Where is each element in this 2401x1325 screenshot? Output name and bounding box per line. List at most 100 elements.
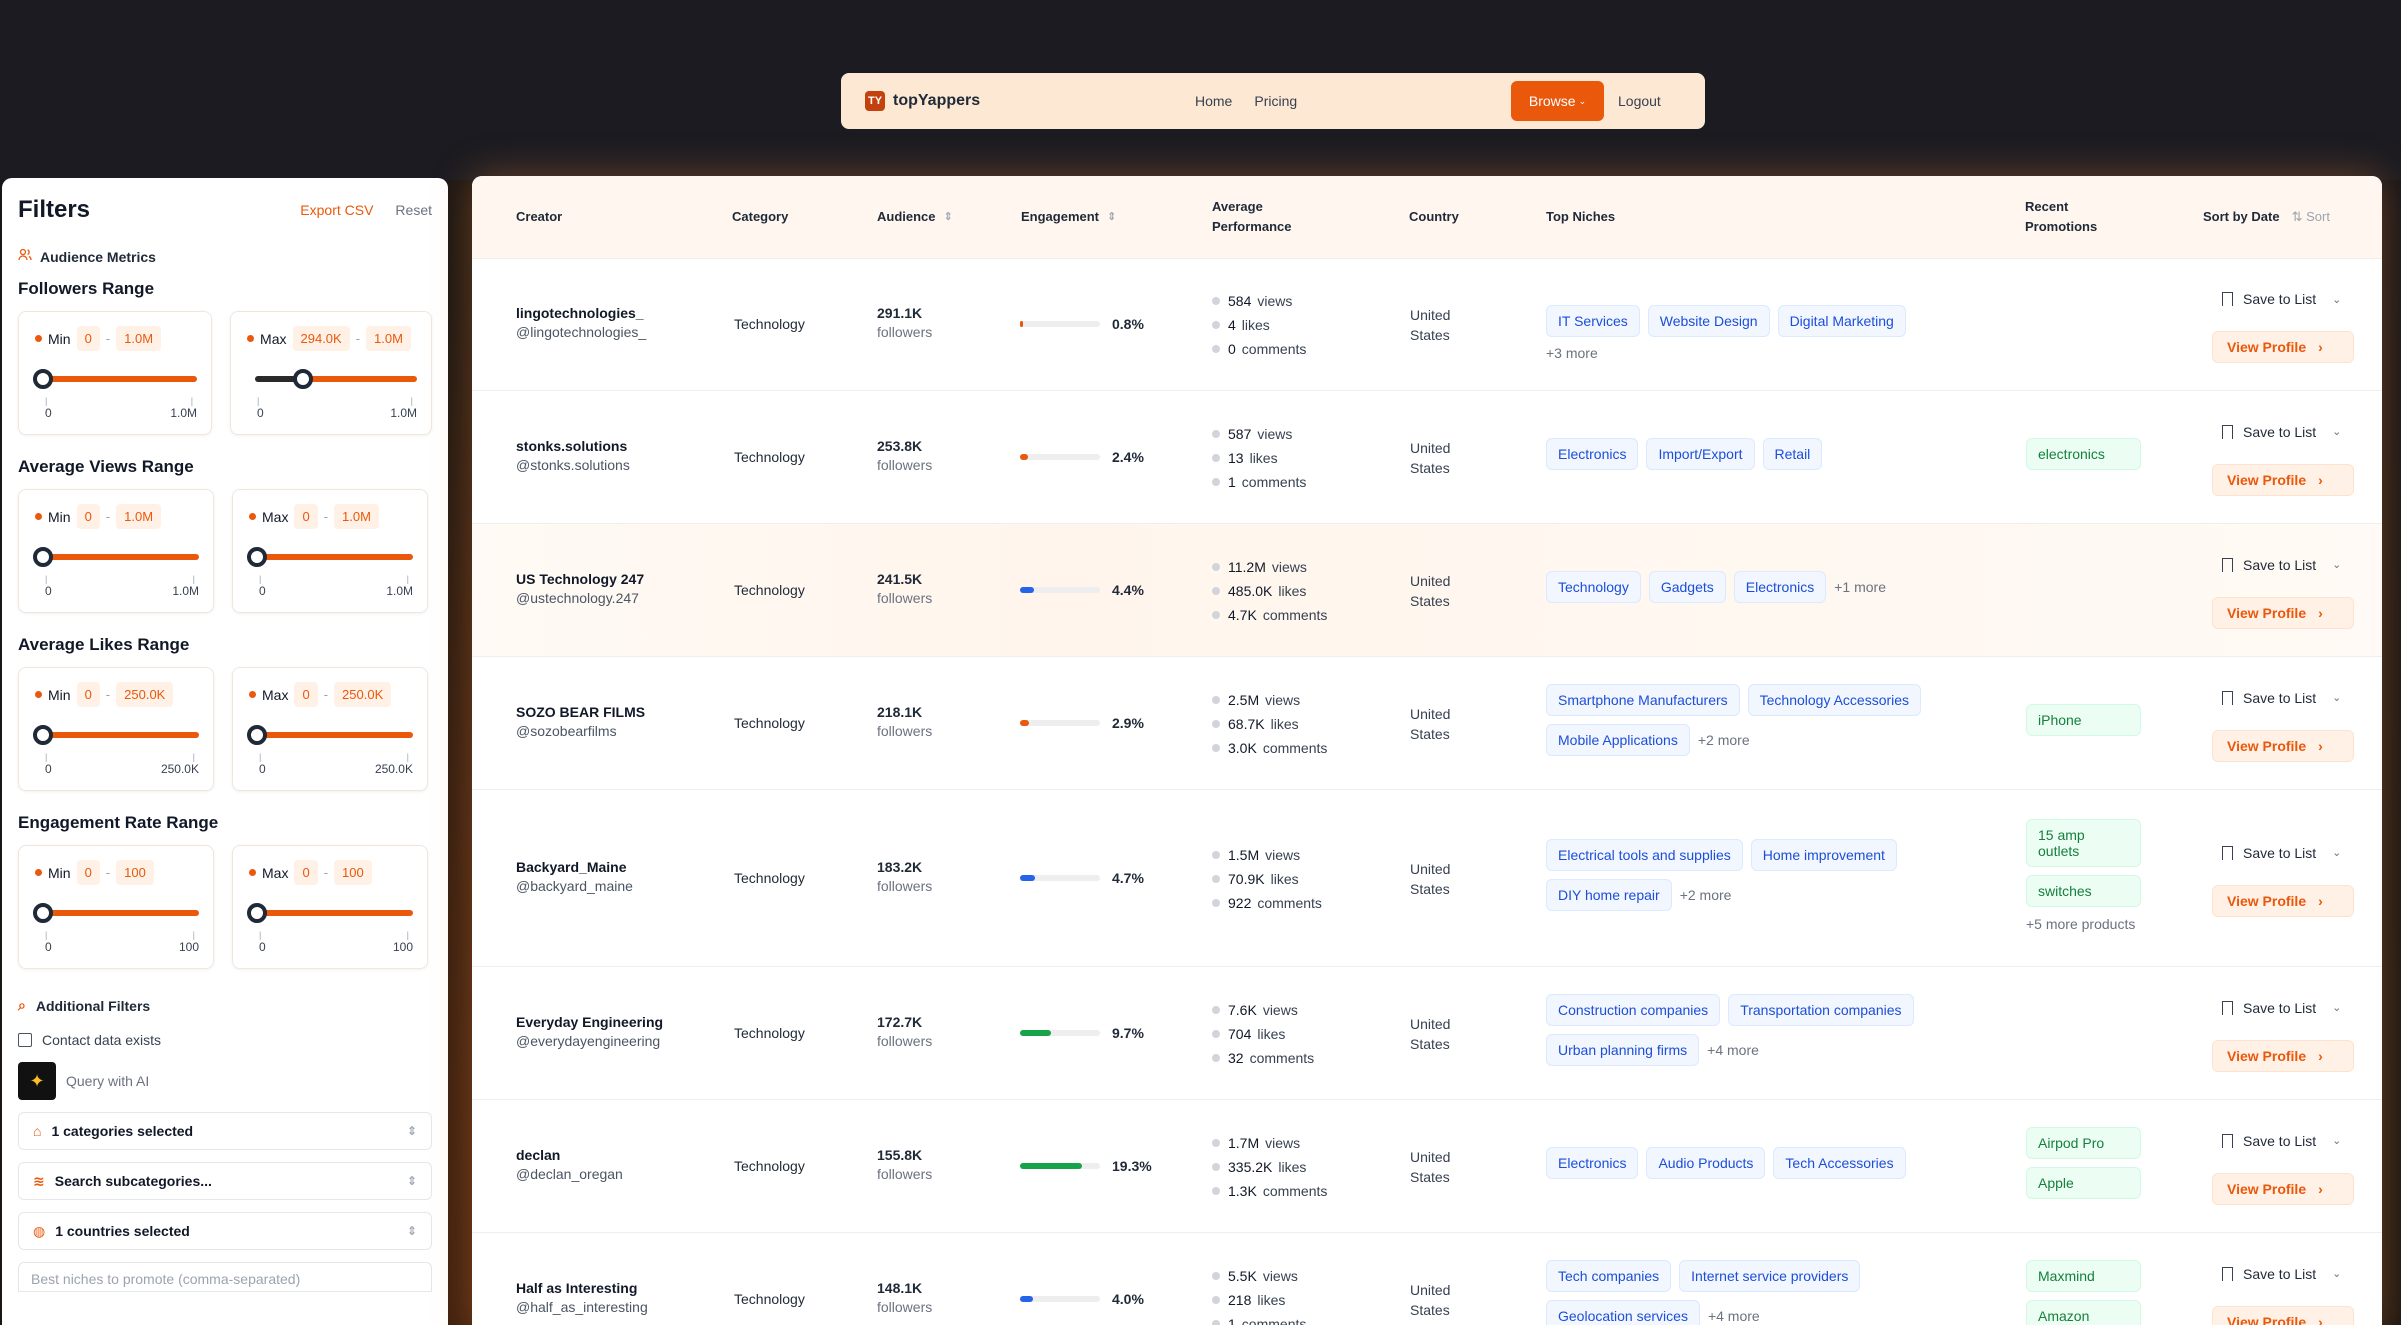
range-min-low-input[interactable]: 0 [76,326,100,351]
niche-more-link[interactable]: +3 more [1546,345,1598,361]
table-row[interactable]: US Technology 247 @ustechnology.247 Tech… [472,523,2382,656]
logo-icon[interactable]: TY [865,91,885,111]
niche-tag[interactable]: Construction companies [1546,993,1721,1026]
creator-name[interactable]: lingotechnologies_ [516,305,646,321]
creator-cell[interactable]: SOZO BEAR FILMS @sozobearfilms [516,704,645,739]
table-row[interactable]: SOZO BEAR FILMS @sozobearfilms Technolog… [472,656,2382,789]
save-to-list-button[interactable]: Save to List ⌄ [2212,1131,2352,1151]
range-max-low-input[interactable]: 0 [294,860,318,885]
creator-name[interactable]: US Technology 247 [516,571,644,587]
promotion-tag[interactable]: switches [2026,874,2141,907]
categories-select[interactable]: ⌂ 1 categories selected ⇕ [18,1112,432,1150]
range-max-low-input[interactable]: 0 [294,682,318,707]
contact-data-filter[interactable]: Contact data exists [18,1032,432,1048]
niche-tag[interactable]: Home improvement [1750,838,1897,871]
range-slider-thumb[interactable] [247,903,267,923]
creator-name[interactable]: SOZO BEAR FILMS [516,704,645,720]
range-slider-thumb[interactable] [33,725,53,745]
view-profile-button[interactable]: View Profile › [2212,729,2354,762]
range-min-high-input[interactable]: 100 [116,860,154,885]
save-to-list-button[interactable]: Save to List ⌄ [2212,289,2352,309]
creator-cell[interactable]: declan @declan_oregan [516,1147,623,1182]
creator-name[interactable]: Half as Interesting [516,1280,648,1296]
contact-data-checkbox[interactable] [18,1033,32,1047]
range-slider-track[interactable] [247,725,413,745]
creator-name[interactable]: Everyday Engineering [516,1014,663,1030]
view-profile-button[interactable]: View Profile › [2212,331,2354,363]
range-min-high-input[interactable]: 1.0M [116,326,162,351]
niche-tag[interactable]: Technology [1546,570,1641,603]
sort-by-date-control[interactable]: Sort by Date ⇅ Sort [2203,176,2330,258]
range-slider-track[interactable] [247,547,413,567]
range-slider-thumb[interactable] [247,547,267,567]
promotion-tag[interactable]: iPhone [2026,703,2141,736]
range-slider-track[interactable] [255,369,417,389]
range-slider-thumb[interactable] [33,369,53,389]
range-slider-track[interactable] [33,547,199,567]
niche-tag[interactable]: Gadgets [1648,570,1726,603]
niche-more-link[interactable]: +2 more [1680,887,1732,903]
range-max-high-input[interactable]: 1.0M [366,326,411,351]
promotion-tag[interactable]: Amazon [2026,1299,2141,1325]
niche-tag[interactable]: Electronics [1546,1146,1639,1179]
creator-cell[interactable]: stonks.solutions @stonks.solutions [516,438,630,473]
range-min-low-input[interactable]: 0 [76,682,100,707]
niche-tag[interactable]: Retail [1762,437,1823,470]
niche-tag[interactable]: Smartphone Manufacturers [1546,683,1740,716]
niche-tag[interactable]: Import/Export [1646,437,1755,470]
creator-cell[interactable]: US Technology 247 @ustechnology.247 [516,571,644,606]
header-audience[interactable]: Audience ⇕ [877,176,953,258]
save-to-list-button[interactable]: Save to List ⌄ [2212,555,2352,575]
creator-cell[interactable]: lingotechnologies_ @lingotechnologies_ [516,305,646,340]
table-row[interactable]: stonks.solutions @stonks.solutions Techn… [472,390,2382,523]
range-slider-thumb[interactable] [292,369,313,389]
view-profile-button[interactable]: View Profile › [2212,463,2354,496]
niche-tag[interactable]: Electrical tools and supplies [1546,838,1743,871]
logout-link[interactable]: Logout [1618,73,1661,129]
range-max-low-input[interactable]: 294.0K [292,326,350,351]
creator-cell[interactable]: Backyard_Maine @backyard_maine [516,859,633,894]
export-csv-button[interactable]: Export CSV [300,202,373,218]
range-slider-thumb[interactable] [33,903,53,923]
niche-tag[interactable]: Transportation companies [1728,993,1914,1026]
sort-toggle[interactable]: ⇅ Sort [2292,207,2330,227]
niche-tag[interactable]: Internet service providers [1679,1259,1861,1292]
range-min-high-input[interactable]: 1.0M [116,504,162,529]
header-engagement[interactable]: Engagement ⇕ [1021,176,1116,258]
creator-name[interactable]: Backyard_Maine [516,859,633,875]
niche-tag[interactable]: Technology Accessories [1747,683,1922,716]
subcategories-select[interactable]: ≋ Search subcategories... ⇕ [18,1162,432,1200]
nav-home-link[interactable]: Home [1195,93,1232,109]
brand-name[interactable]: topYappers [893,92,980,110]
niche-tag[interactable]: DIY home repair [1546,878,1672,911]
promotion-more-link[interactable]: +5 more products [2026,915,2146,934]
save-to-list-button[interactable]: Save to List ⌄ [2212,688,2352,708]
niche-tag[interactable]: Geolocation services [1546,1299,1700,1325]
promotion-tag[interactable]: 15 amp outlets [2026,818,2141,867]
browse-button[interactable]: Browse ⌄ [1511,81,1604,121]
niche-tag[interactable]: Mobile Applications [1546,723,1690,756]
range-max-low-input[interactable]: 0 [294,504,318,529]
promotion-tag[interactable]: Maxmind [2026,1259,2141,1292]
niche-tag[interactable]: Tech Accessories [1773,1146,1906,1179]
table-row[interactable]: Half as Interesting @half_as_interesting… [472,1232,2382,1325]
range-slider-track[interactable] [247,903,413,923]
niches-input[interactable]: Best niches to promote (comma-separated) [18,1262,432,1292]
promotion-tag[interactable]: Airpod Pro [2026,1126,2141,1159]
range-slider-thumb[interactable] [33,547,53,567]
view-profile-button[interactable]: View Profile › [2212,884,2354,917]
range-min-low-input[interactable]: 0 [76,860,100,885]
creator-name[interactable]: stonks.solutions [516,438,630,454]
table-row[interactable]: Everyday Engineering @everydayengineerin… [472,966,2382,1099]
niche-more-link[interactable]: +1 more [1834,579,1886,595]
creator-cell[interactable]: Half as Interesting @half_as_interesting [516,1280,648,1315]
range-slider-track[interactable] [33,903,199,923]
range-max-high-input[interactable]: 100 [334,860,372,885]
nav-pricing-link[interactable]: Pricing [1254,93,1297,109]
range-slider-track[interactable] [33,725,199,745]
niche-tag[interactable]: Audio Products [1646,1146,1766,1179]
table-row[interactable]: declan @declan_oregan Technology 155.8K … [472,1099,2382,1232]
niche-tag[interactable]: Electronics [1546,437,1639,470]
table-row[interactable]: Backyard_Maine @backyard_maine Technolog… [472,789,2382,966]
niche-tag[interactable]: Digital Marketing [1777,305,1906,337]
